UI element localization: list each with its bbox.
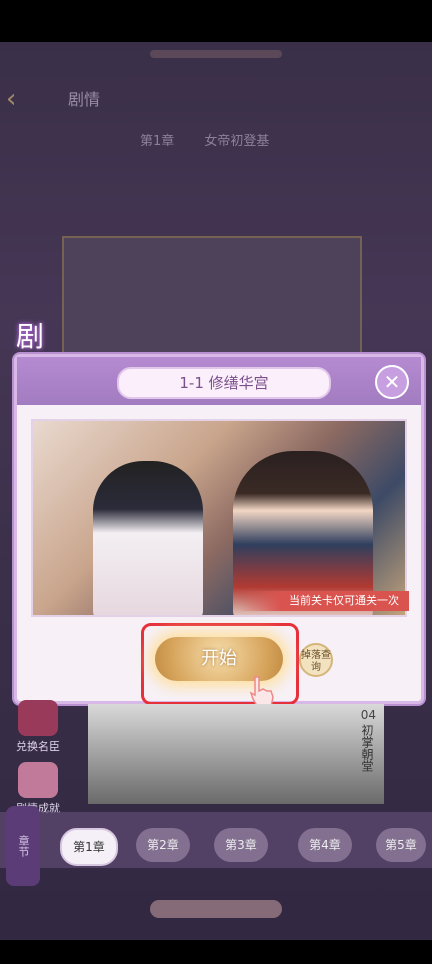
exchange-minister-item[interactable]: 兑换名臣 bbox=[6, 700, 70, 754]
drop-query-button[interactable]: 掉落查询 bbox=[299, 643, 333, 677]
exchange-label: 兑换名臣 bbox=[16, 740, 60, 753]
chapter-tabs: 第1章 第2章 第3章 第4章 第5章 bbox=[0, 812, 432, 868]
stage-dialog: 1-1 修缮华宫 ✕ 当前关卡仅可通关一次 开始 掉落查询 bbox=[14, 354, 424, 710]
stage-number: 04 bbox=[360, 708, 376, 722]
tab-chapter-2[interactable]: 第2章 bbox=[136, 828, 190, 862]
achievement-icon bbox=[18, 762, 58, 798]
chapter-scroll[interactable]: 章节 bbox=[6, 806, 40, 886]
tab-chapter-3[interactable]: 第3章 bbox=[214, 828, 268, 862]
character-illustration-left bbox=[93, 461, 203, 615]
stage-card-4[interactable]: 04 初掌朝堂 bbox=[88, 704, 384, 804]
clear-limit-notice: 当前关卡仅可通关一次 bbox=[239, 591, 409, 611]
tab-chapter-4[interactable]: 第4章 bbox=[298, 828, 352, 862]
bottom-ornament bbox=[150, 900, 282, 918]
tab-chapter-1[interactable]: 第1章 bbox=[60, 828, 118, 866]
close-button[interactable]: ✕ bbox=[375, 365, 409, 399]
exchange-icon bbox=[18, 700, 58, 736]
tab-chapter-5[interactable]: 第5章 bbox=[376, 828, 426, 862]
stage-illustration bbox=[31, 419, 407, 617]
dialog-title: 1-1 修缮华宫 bbox=[117, 367, 331, 399]
stage-title: 初掌朝堂 bbox=[360, 724, 374, 772]
